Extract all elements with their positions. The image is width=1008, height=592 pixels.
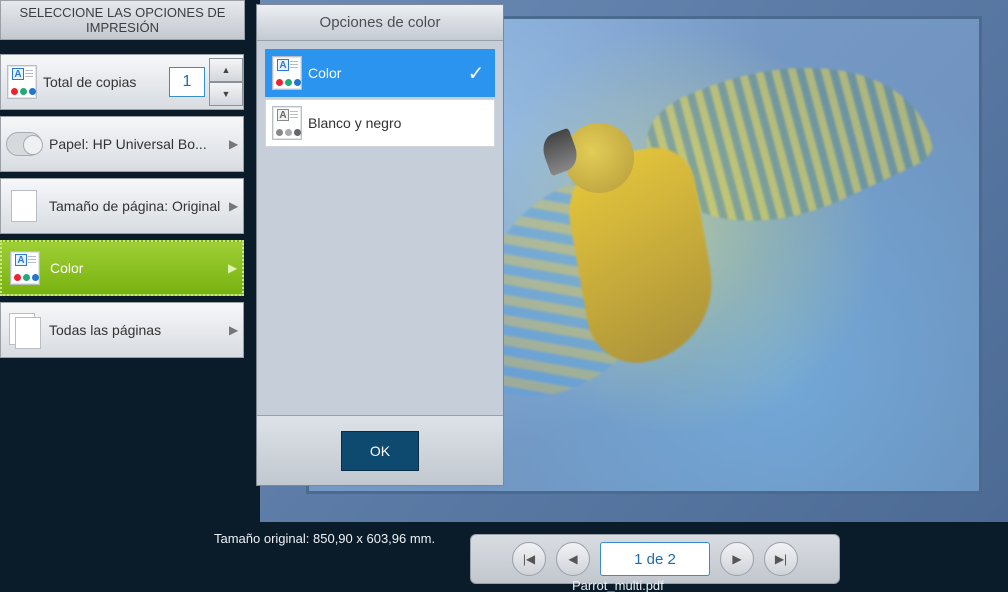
popup-title: Opciones de color — [257, 5, 503, 41]
copies-icon: A — [1, 62, 43, 102]
bw-doc-icon: A — [266, 106, 308, 140]
sidebar-title: SELECCIONE LAS OPCIONES DE IMPRESIÓN — [0, 0, 245, 40]
sidebar-item-all-pages[interactable]: Todas las páginas ▶ — [0, 302, 244, 358]
first-page-button[interactable]: |◀ — [512, 542, 546, 576]
paper-roll-icon — [3, 124, 45, 164]
copies-input[interactable] — [169, 67, 205, 97]
sidebar-item-page-size[interactable]: Tamaño de página: Original ▶ — [0, 178, 244, 234]
sidebar-item-paper[interactable]: Papel: HP Universal Bo... ▶ — [0, 116, 244, 172]
option-label: Blanco y negro — [308, 115, 458, 131]
sidebar-item-color[interactable]: A Color ▶ — [0, 240, 244, 296]
copies-down-button[interactable]: ▼ — [209, 82, 243, 106]
next-page-button[interactable]: ▶ — [720, 542, 754, 576]
sidebar-item-label: Tamaño de página: Original — [49, 198, 229, 215]
filename-label: Parrot_multi.pdf — [572, 578, 664, 592]
page-size-icon — [3, 186, 45, 226]
color-doc-icon: A — [4, 248, 46, 288]
color-doc-icon: A — [266, 56, 308, 90]
color-option-color[interactable]: A Color ✓ — [265, 49, 495, 97]
chevron-right-icon: ▶ — [229, 323, 243, 337]
print-options-sidebar: SELECCIONE LAS OPCIONES DE IMPRESIÓN A T… — [0, 0, 245, 522]
sidebar-item-label: Color — [50, 260, 228, 277]
chevron-right-icon: ▶ — [229, 199, 243, 213]
chevron-right-icon: ▶ — [229, 137, 243, 151]
option-label: Color — [308, 65, 458, 81]
check-icon: ✓ — [458, 61, 494, 86]
color-option-bw[interactable]: A Blanco y negro — [265, 99, 495, 147]
original-size-label: Tamaño original: 850,90 x 603,96 mm. — [214, 531, 435, 546]
chevron-right-icon: ▶ — [228, 261, 242, 275]
color-options-popup: Opciones de color A Color ✓ A Blanco — [256, 4, 504, 486]
copies-label: Total de copias — [43, 74, 169, 90]
sidebar-item-label: Todas las páginas — [49, 322, 229, 339]
copies-up-button[interactable]: ▲ — [209, 58, 243, 82]
page-navigator: |◀ ◀ 1 de 2 ▶ ▶| — [470, 534, 840, 584]
pages-icon — [3, 310, 45, 350]
last-page-button[interactable]: ▶| — [764, 542, 798, 576]
prev-page-button[interactable]: ◀ — [556, 542, 590, 576]
ok-button[interactable]: OK — [341, 431, 419, 471]
sidebar-item-label: Papel: HP Universal Bo... — [49, 136, 229, 153]
copies-row: A Total de copias ▲ ▼ — [0, 54, 244, 110]
page-indicator: 1 de 2 — [600, 542, 710, 576]
